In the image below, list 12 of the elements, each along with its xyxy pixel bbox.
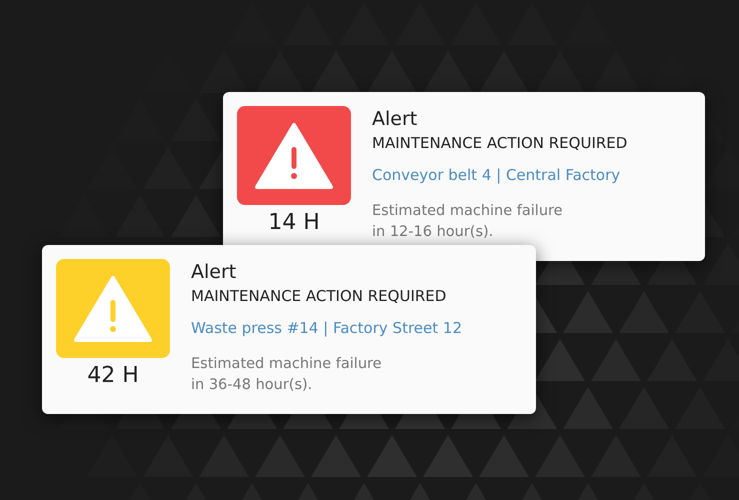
alert-subtitle: MAINTENANCE ACTION REQUIRED [191, 286, 448, 307]
location-link[interactable]: Conveyor belt 4 | Central Factory [372, 164, 628, 186]
failure-message: Estimated machine failure in 36-48 hour(s). [191, 355, 383, 395]
warning-icon [73, 274, 153, 344]
alert-subtitle: MAINTENANCE ACTION REQUIRED [372, 133, 628, 154]
location-link[interactable]: Waste press #14 | Factory Street 12 [191, 317, 462, 339]
hours-remaining: 14 H [268, 210, 320, 235]
hours-remaining: 42 H [87, 363, 139, 388]
alert-title: Alert [372, 107, 418, 132]
failure-message: Estimated machine failure in 12-16 hour(s). [372, 202, 564, 242]
warning-icon [254, 120, 334, 190]
alert-title: Alert [191, 260, 238, 285]
